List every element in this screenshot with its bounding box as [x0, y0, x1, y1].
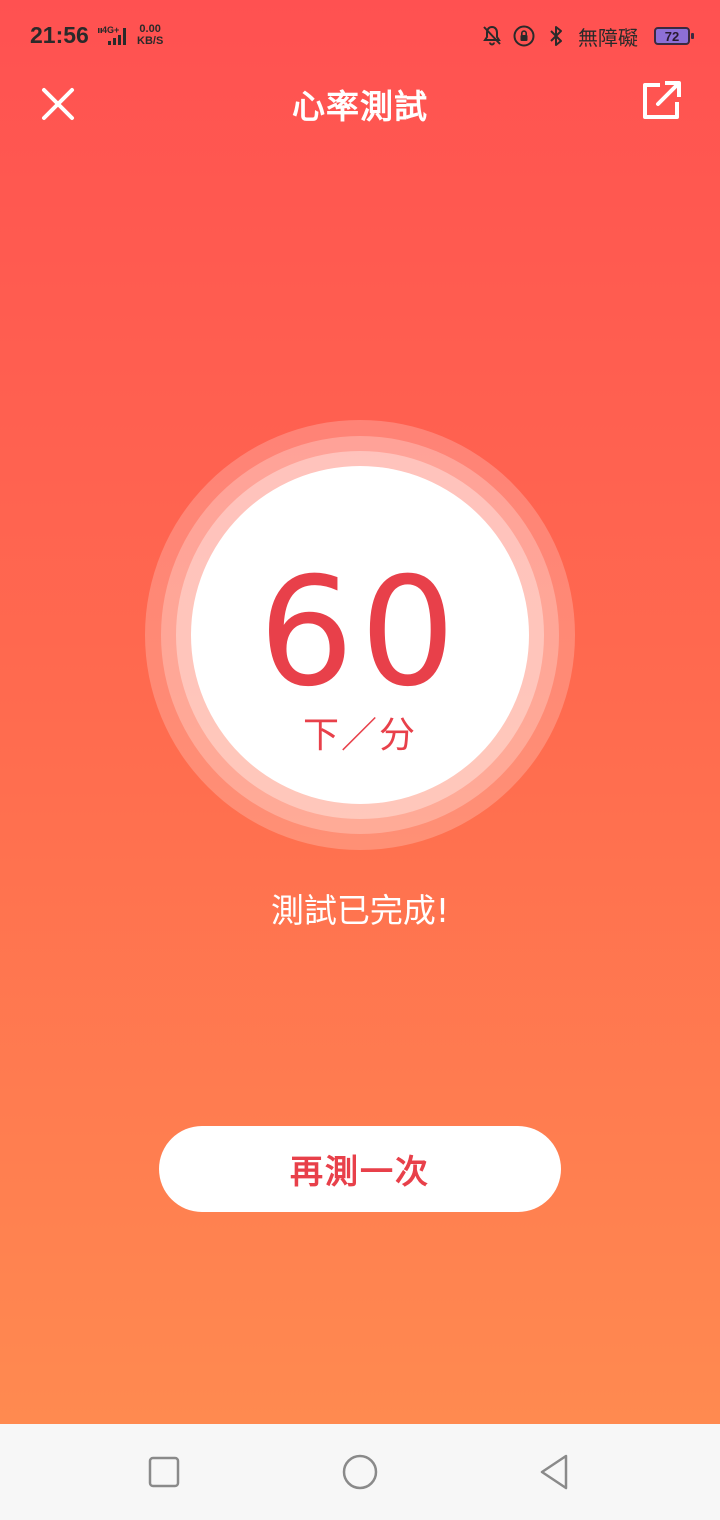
network-type-label: 4G+	[102, 25, 119, 35]
silent-bell-icon	[483, 25, 501, 46]
battery-level: 72	[664, 28, 680, 44]
battery-icon: 72	[654, 27, 694, 45]
network-speed-value: 0.00	[139, 23, 161, 35]
network-speed-unit: KB/S	[137, 35, 164, 47]
status-time: 21:56	[30, 22, 89, 48]
status-right-group: 無障礙 72	[480, 22, 694, 50]
back-icon[interactable]	[532, 1448, 580, 1496]
status-bar: 21:56 4G+ 0.00 KB/S 無障礙 72	[0, 0, 720, 72]
header: 心率測試	[0, 70, 720, 130]
bpm-value: 60	[258, 546, 462, 720]
app-background: 21:56 4G+ 0.00 KB/S 無障礙 72 心率測試 60 下／分 測…	[0, 0, 720, 1424]
retest-button[interactable]: 再測一次	[159, 1126, 561, 1212]
network-speed: 0.00 KB/S	[137, 23, 163, 47]
test-status-message: 測試已完成!	[270, 891, 450, 930]
navigation-bar	[0, 1424, 720, 1520]
heart-rate-result: 60 下／分	[145, 420, 575, 850]
page-title: 心率測試	[292, 87, 428, 126]
bluetooth-icon	[550, 26, 562, 46]
home-icon[interactable]	[336, 1448, 384, 1496]
recent-apps-icon[interactable]	[140, 1448, 188, 1496]
accessibility-label: 無障礙	[578, 25, 638, 50]
share-icon[interactable]	[636, 76, 686, 126]
retest-button-label: 再測一次	[290, 1152, 430, 1191]
signal-icon: 4G+	[98, 25, 126, 45]
rotation-lock-icon	[513, 25, 535, 47]
bpm-unit: 下／分	[302, 715, 417, 756]
screen: 21:56 4G+ 0.00 KB/S 無障礙 72 心率測試 60 下／分 測…	[0, 0, 720, 1520]
